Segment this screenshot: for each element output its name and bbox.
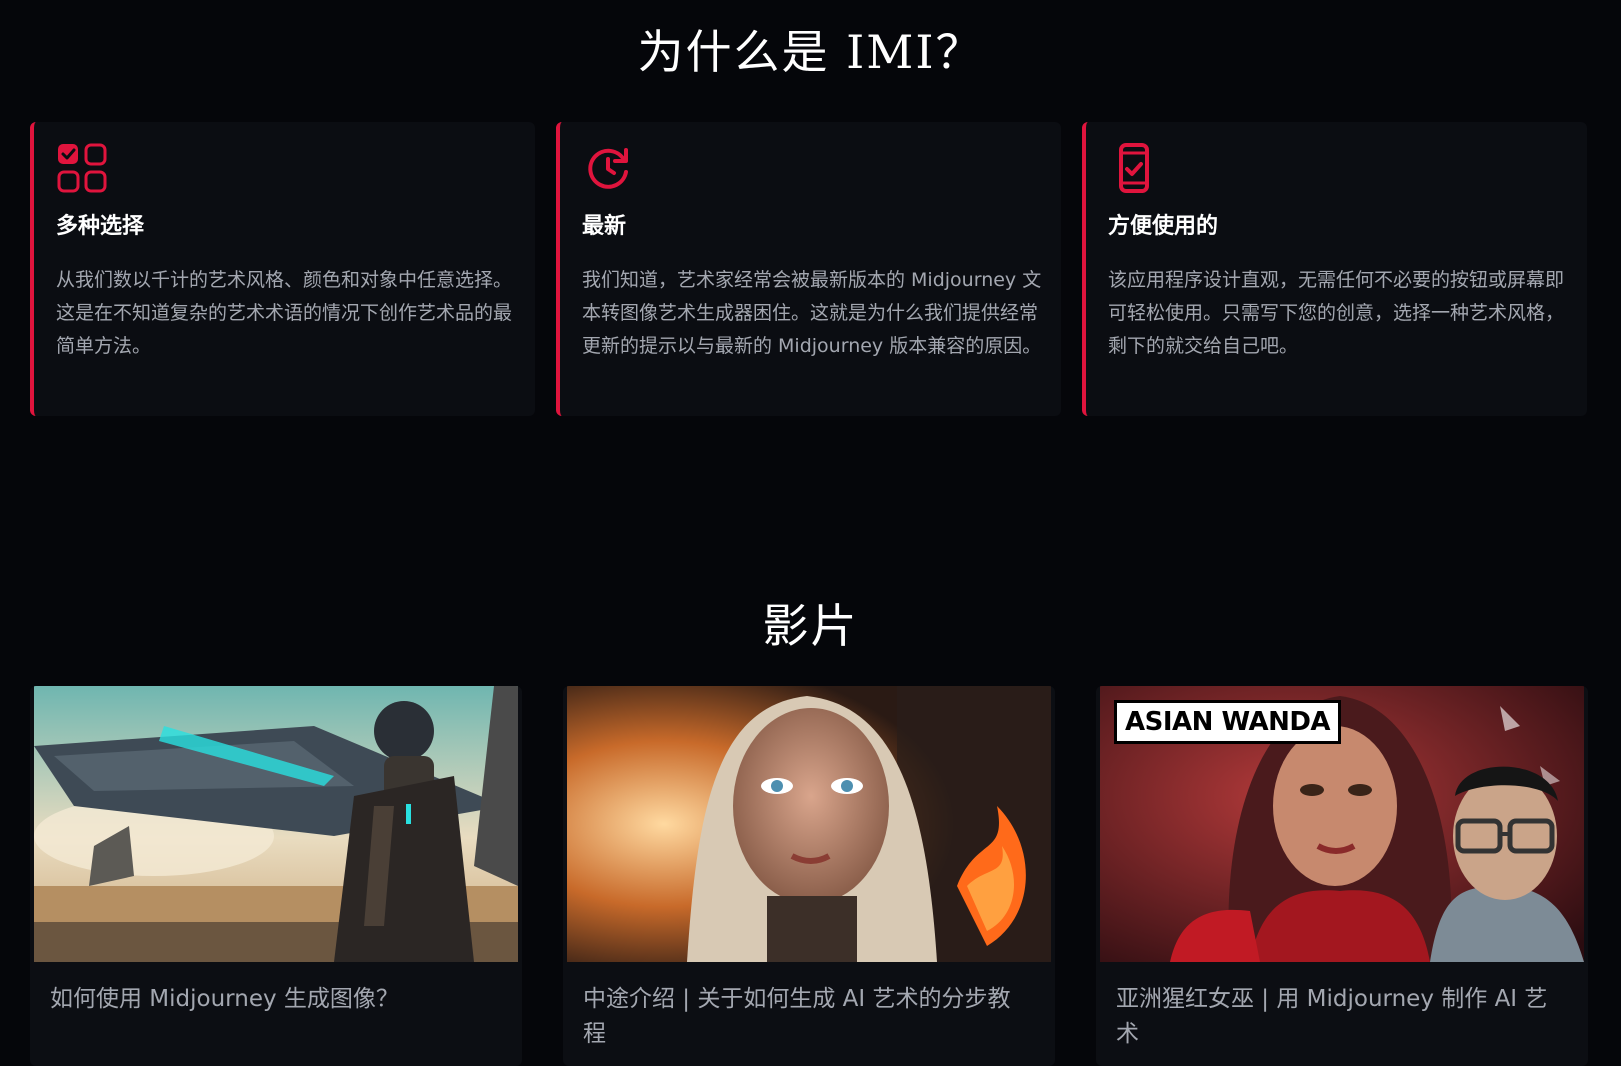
why-section-title: 为什么是 IMI？ — [637, 25, 984, 79]
mobile-check-icon — [1108, 142, 1160, 194]
video-title[interactable]: 如何使用 Midjourney 生成图像？ — [50, 982, 500, 1017]
feature-heading: 多种选择 — [56, 214, 145, 239]
feature-heading: 最新 — [582, 214, 627, 239]
video-card[interactable]: ASIAN WANDA 亚洲猩红女巫 | 用 Midjourney 制作 AI … — [1096, 686, 1588, 1066]
grid-check-icon — [56, 142, 108, 194]
videos-section-title: 影片 — [762, 599, 859, 653]
feature-text: 从我们数以千计的艺术风格、颜色和对象中任意选择。这是在不知道复杂的艺术术语的情况… — [56, 269, 513, 357]
videos-grid: 如何使用 Midjourney 生成图像？ 中途介绍 | 关于如何生成 AI 艺… — [30, 686, 1590, 1066]
video-badge: ASIAN WANDA — [1114, 700, 1342, 744]
video-thumbnail-portrait[interactable] — [567, 686, 1051, 962]
video-card[interactable]: 中途介绍 | 关于如何生成 AI 艺术的分步教程 — [563, 686, 1055, 1066]
features-grid: 多种选择 从我们数以千计的艺术风格、颜色和对象中任意选择。这是在不知道复杂的艺术… — [30, 122, 1590, 416]
feature-text: 我们知道，艺术家经常会被最新版本的 Midjourney 文本转图像艺术生成器困… — [582, 269, 1042, 357]
video-title[interactable]: 亚洲猩红女巫 | 用 Midjourney 制作 AI 艺术 — [1116, 982, 1566, 1052]
feature-card-easy-use: 方便使用的 该应用程序设计直观，无需任何不必要的按钮或屏幕即可轻松使用。只需写下… — [1082, 122, 1587, 416]
video-card[interactable]: 如何使用 Midjourney 生成图像？ — [30, 686, 522, 1066]
feature-card-latest: 最新 我们知道，艺术家经常会被最新版本的 Midjourney 文本转图像艺术生… — [556, 122, 1061, 416]
feature-card-choices: 多种选择 从我们数以千计的艺术风格、颜色和对象中任意选择。这是在不知道复杂的艺术… — [30, 122, 535, 416]
video-title[interactable]: 中途介绍 | 关于如何生成 AI 艺术的分步教程 — [583, 982, 1033, 1052]
clock-refresh-icon — [582, 142, 634, 194]
feature-text: 该应用程序设计直观，无需任何不必要的按钮或屏幕即可轻松使用。只需写下您的创意，选… — [1108, 269, 1565, 357]
video-thumbnail-scarlet-witch[interactable]: ASIAN WANDA — [1100, 686, 1584, 962]
video-thumbnail-scifi[interactable] — [34, 686, 518, 962]
page: 为什么是 IMI？ 多种选择 从我们数以千计的艺术风格、颜色和对象中任意选择。这… — [0, 0, 1621, 1066]
feature-heading: 方便使用的 — [1108, 214, 1219, 239]
